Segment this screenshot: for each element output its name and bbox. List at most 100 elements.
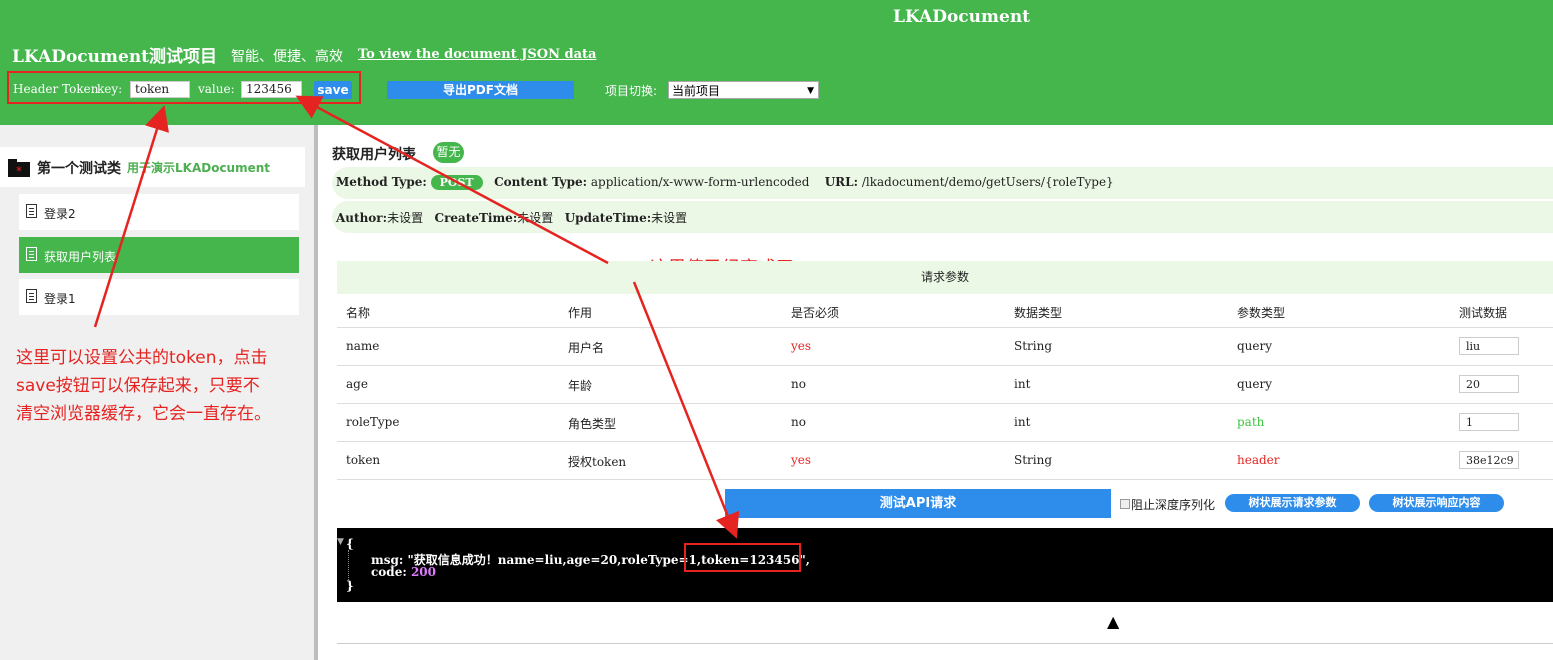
arrow-to-response [632, 281, 740, 539]
method-label: Method Type: [336, 175, 427, 189]
update-time-value: 未设置 [651, 211, 688, 225]
param-type: int [1014, 377, 1031, 391]
row-divider [337, 441, 1553, 442]
column-header: 测试数据 [1459, 306, 1508, 320]
row-divider [337, 403, 1553, 404]
document-icon [26, 204, 37, 218]
document-icon [26, 247, 37, 261]
url-label: URL: [824, 175, 859, 189]
json-close-brace: } [346, 579, 354, 593]
param-location: query [1237, 339, 1273, 353]
json-code-key: code: [371, 565, 407, 579]
sidebar-item-login1[interactable]: 登录1 [19, 279, 299, 315]
sidebar-item-label: 获取用户列表 [44, 250, 117, 264]
content-type-label: Content Type: [494, 175, 588, 189]
token-value-input[interactable]: 123456 [241, 81, 302, 98]
param-name: name [346, 339, 380, 353]
param-required: no [791, 415, 806, 429]
save-button[interactable]: save [314, 81, 352, 99]
param-required: no [791, 377, 806, 391]
create-time-label: CreateTime: [434, 211, 518, 225]
value-label: value: [198, 82, 235, 96]
param-desc: 授权token [568, 455, 627, 469]
method-badge: POST [430, 175, 483, 190]
column-header: 作用 [568, 306, 593, 320]
param-desc: 年龄 [568, 379, 593, 393]
export-pdf-button[interactable]: 导出PDF文档 [387, 81, 574, 99]
left-annotation-line: 清空浏览器缓存，它会一直存在。 [16, 404, 271, 424]
deep-serialize-checkbox[interactable] [1120, 499, 1130, 509]
url-value: /lkadocument/demo/getUsers/{roleType} [861, 175, 1114, 189]
param-desc: 用户名 [568, 341, 605, 355]
row-divider [337, 365, 1553, 366]
top-header: LKADocument LKADocument测试项目 智能、便捷、高效 To … [0, 0, 1553, 125]
deep-serialize-label: 阻止深度序列化 [1131, 498, 1216, 512]
scroll-top-icon[interactable]: ▲ [1107, 612, 1119, 631]
api-title: 获取用户列表 [332, 147, 416, 163]
sidebar-divider[interactable] [314, 125, 318, 660]
token-key-input[interactable]: token [130, 81, 190, 98]
json-open-brace: { [346, 537, 354, 551]
param-test-input[interactable]: liu [1459, 337, 1519, 355]
param-location: query [1237, 377, 1273, 391]
chevron-down-icon: ▼ [807, 86, 814, 96]
view-json-link[interactable]: To view the document JSON data [358, 47, 596, 62]
column-header: 名称 [346, 306, 371, 320]
column-header: 参数类型 [1237, 306, 1286, 320]
request-params-heading: 请求参数 [337, 261, 1553, 294]
folder-icon: * [8, 159, 30, 178]
brand-title: LKADocument [893, 7, 1031, 27]
collapse-triangle-icon[interactable]: ▼ [337, 537, 344, 547]
svg-text:*: * [16, 164, 22, 178]
param-desc: 角色类型 [568, 417, 617, 431]
sidebar-item-label: 登录1 [44, 292, 76, 306]
author-label: Author: [336, 211, 388, 225]
param-test-input[interactable]: 38e12c9 [1459, 451, 1519, 469]
param-test-input[interactable]: 20 [1459, 375, 1519, 393]
left-annotation-line: 这里可以设置公共的token，点击 [16, 348, 268, 368]
document-icon [26, 289, 37, 303]
json-code-line: code: 200 [371, 565, 436, 579]
category-description: 用于演示LKADocument [127, 161, 271, 175]
project-switch-label: 项目切换: [605, 84, 658, 98]
tree-response-button[interactable]: 树状展示响应内容 [1369, 494, 1504, 512]
response-panel: ▼ { msg: "获取信息成功！name=liu,age=20,roleTyp… [337, 528, 1553, 602]
left-annotation-line: save按钮可以保存起来，只要不 [16, 376, 260, 396]
update-time-label: UpdateTime: [564, 211, 652, 225]
column-header: 是否必须 [791, 306, 840, 320]
header-token-label: Header Token [13, 82, 99, 96]
param-required: yes [791, 339, 812, 353]
param-required: yes [791, 453, 812, 467]
project-subtitle: 智能、便捷、高效 [231, 49, 343, 65]
test-api-button[interactable]: 测试API请求 [725, 489, 1111, 518]
sidebar-item-login2[interactable]: 登录2 [19, 194, 299, 230]
param-type: String [1014, 339, 1053, 353]
project-title: LKADocument测试项目 [12, 47, 218, 67]
param-type: String [1014, 453, 1053, 467]
api-info-row-2: Author:未设置 CreateTime:未设置 UpdateTime:未设置 [332, 201, 1553, 233]
param-name: age [346, 377, 368, 391]
tree-request-button[interactable]: 树状展示请求参数 [1225, 494, 1360, 512]
sidebar-item-label: 登录2 [44, 207, 76, 221]
api-info-row-1: Method Type: POST Content Type: applicat… [332, 167, 1553, 199]
param-test-input[interactable]: 1 [1459, 413, 1519, 431]
sidebar-item-get-users[interactable]: 获取用户列表 [19, 237, 299, 273]
author-value: 未设置 [387, 211, 424, 225]
content-type-value: application/x-www-form-urlencoded [590, 175, 810, 189]
json-code-value: 200 [410, 565, 437, 579]
param-type: int [1014, 415, 1031, 429]
project-switch-value: 当前项目 [672, 84, 721, 98]
param-name: token [346, 453, 381, 467]
param-location: header [1237, 453, 1280, 467]
create-time-value: 未设置 [517, 211, 554, 225]
param-location: path [1237, 415, 1265, 429]
row-divider [337, 327, 1553, 328]
bottom-divider [337, 643, 1553, 644]
project-switch-select[interactable]: 当前项目 ▼ [668, 81, 819, 99]
param-name: roleType [346, 415, 400, 429]
key-label: key: [97, 82, 123, 96]
left-annotation: 这里可以设置公共的token，点击 save按钮可以保存起来，只要不 清空浏览器… [16, 344, 271, 428]
token-value-highlight-box [684, 543, 801, 572]
json-guide-line [348, 550, 350, 580]
row-divider [337, 479, 1553, 480]
